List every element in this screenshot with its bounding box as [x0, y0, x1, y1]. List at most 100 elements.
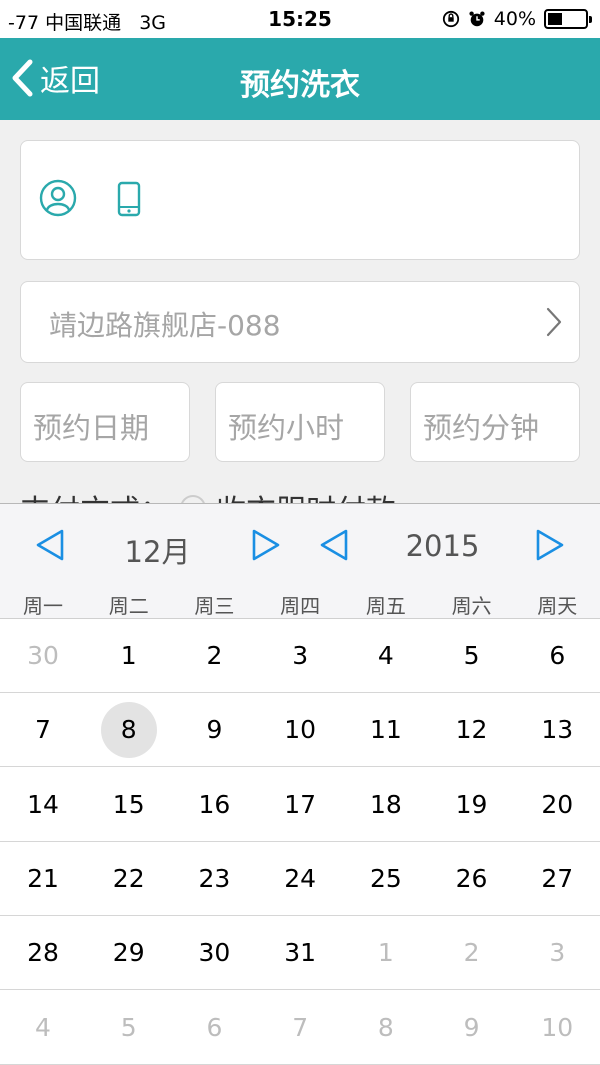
calendar-day[interactable]: 18	[343, 768, 429, 842]
day-number: 8	[120, 715, 137, 745]
calendar-day[interactable]: 19	[429, 768, 515, 842]
day-number: 5	[463, 641, 480, 670]
week-row: 7 8 9 10 11 12 13	[0, 693, 600, 768]
day-number: 12	[455, 715, 488, 745]
calendar-day[interactable]: 2	[429, 916, 515, 990]
week-row: 4 5 6 7 8 9 10	[0, 991, 600, 1065]
month-label: 12月	[124, 535, 191, 569]
calendar-day[interactable]: 1	[86, 619, 172, 693]
prev-month-icon[interactable]	[34, 528, 66, 562]
calendar-day[interactable]: 6	[514, 619, 600, 693]
day-number: 28	[27, 938, 59, 968]
day-number: 8	[377, 1012, 394, 1042]
day-number: 1	[377, 938, 394, 968]
calendar-day[interactable]: 22	[86, 842, 172, 916]
day-number: 26	[455, 863, 488, 893]
payment-row: 支付方式： 收衣服时付款	[20, 482, 580, 504]
day-number: 16	[198, 789, 231, 819]
hour-field[interactable]: 预约小时	[215, 382, 385, 462]
day-number: 4	[377, 641, 394, 670]
prev-year-icon[interactable]	[318, 528, 350, 562]
calendar-day[interactable]: 31	[257, 916, 343, 990]
calendar-day[interactable]: 15	[86, 768, 172, 842]
calendar-picker: 12月 2015 周一 周二 周三 周四 周五 周六 周天 30 1 2 3 4 5 6 7 8 9 10 11 1…	[0, 503, 600, 1065]
day-number: 2	[463, 938, 480, 968]
day-number: 15	[112, 789, 145, 819]
calendar-day[interactable]: 8	[343, 991, 429, 1065]
day-number: 9	[206, 715, 223, 745]
day-number: 20	[541, 789, 574, 819]
calendar-day[interactable]: 3	[514, 916, 600, 990]
rotation-lock-icon	[442, 10, 459, 28]
contact-card	[20, 140, 580, 260]
minute-field[interactable]: 预约分钟	[410, 382, 580, 462]
day-number: 10	[541, 1012, 574, 1042]
day-number: 7	[35, 715, 51, 745]
weekday-label: 周四	[280, 594, 321, 618]
calendar-day[interactable]: 6	[171, 991, 257, 1065]
year-label: 2015	[405, 529, 480, 563]
calendar-header: 12月 2015 周一 周二 周三 周四 周五 周六 周天	[0, 503, 600, 619]
user-icon[interactable]	[39, 179, 77, 217]
day-number: 9	[463, 1012, 480, 1042]
day-number: 10	[284, 715, 317, 745]
calendar-day[interactable]: 20	[514, 768, 600, 842]
day-number: 1	[120, 641, 137, 670]
day-number: 3	[549, 938, 566, 968]
calendar-day[interactable]: 9	[429, 991, 515, 1065]
calendar-day[interactable]: 13	[514, 693, 600, 767]
day-number: 23	[198, 863, 231, 893]
week-row: 30 1 2 3 4 5 6	[0, 619, 600, 693]
next-month-icon[interactable]	[250, 528, 282, 562]
battery-fill	[548, 13, 563, 25]
calendar-day[interactable]: 10	[514, 991, 600, 1065]
calendar-day[interactable]: 9	[171, 693, 257, 767]
day-number: 22	[112, 863, 145, 893]
calendar-day[interactable]: 30	[171, 916, 257, 990]
calendar-day[interactable]: 28	[0, 916, 86, 990]
calendar-day[interactable]: 17	[257, 768, 343, 842]
calendar-day[interactable]: 21	[0, 842, 86, 916]
day-number: 3	[292, 641, 309, 670]
store-select[interactable]: 靖边路旗舰店-088	[20, 281, 580, 363]
calendar-day[interactable]: 24	[257, 842, 343, 916]
day-number: 30	[27, 641, 59, 670]
hour-placeholder: 预约小时	[228, 411, 345, 445]
calendar-day[interactable]: 25	[343, 842, 429, 916]
day-number: 30	[198, 938, 231, 968]
calendar-day[interactable]: 12	[429, 693, 515, 767]
calendar-day[interactable]: 5	[86, 991, 172, 1065]
calendar-day[interactable]: 2	[171, 619, 257, 693]
page-title: 预约洗衣	[240, 68, 360, 103]
day-number: 27	[541, 863, 574, 893]
calendar-day[interactable]: 3	[257, 619, 343, 693]
calendar-day[interactable]: 29	[86, 916, 172, 990]
calendar-day[interactable]: 4	[0, 991, 86, 1065]
minute-placeholder: 预约分钟	[423, 411, 540, 445]
calendar-day[interactable]: 4	[343, 619, 429, 693]
calendar-day[interactable]: 11	[343, 693, 429, 767]
day-number: 17	[284, 789, 317, 819]
status-right: 40%	[442, 8, 592, 30]
calendar-day[interactable]: 23	[171, 842, 257, 916]
nav-bar: 返回 预约洗衣	[0, 38, 600, 120]
week-row: 28 29 30 31 1 2 3	[0, 916, 600, 991]
calendar-day[interactable]: 16	[171, 768, 257, 842]
calendar-day[interactable]: 10	[257, 693, 343, 767]
phone-icon[interactable]	[117, 181, 141, 217]
calendar-day[interactable]: 1	[343, 916, 429, 990]
chevron-right-icon	[546, 307, 562, 337]
date-field[interactable]: 预约日期	[20, 382, 190, 462]
calendar-day[interactable]: 26	[429, 842, 515, 916]
calendar-day[interactable]: 30	[0, 619, 86, 693]
calendar-day[interactable]: 7	[0, 693, 86, 767]
calendar-day[interactable]: 7	[257, 991, 343, 1065]
week-row: 21 22 23 24 25 26 27	[0, 842, 600, 916]
calendar-day[interactable]: 27	[514, 842, 600, 916]
calendar-day-selected[interactable]: 8	[86, 693, 172, 767]
day-number: 19	[455, 789, 488, 819]
calendar-day[interactable]: 14	[0, 768, 86, 842]
calendar-day[interactable]: 5	[429, 619, 515, 693]
next-year-icon[interactable]	[534, 528, 566, 562]
status-bar: -77 中国联通 3G 15:25 40%	[0, 0, 600, 38]
